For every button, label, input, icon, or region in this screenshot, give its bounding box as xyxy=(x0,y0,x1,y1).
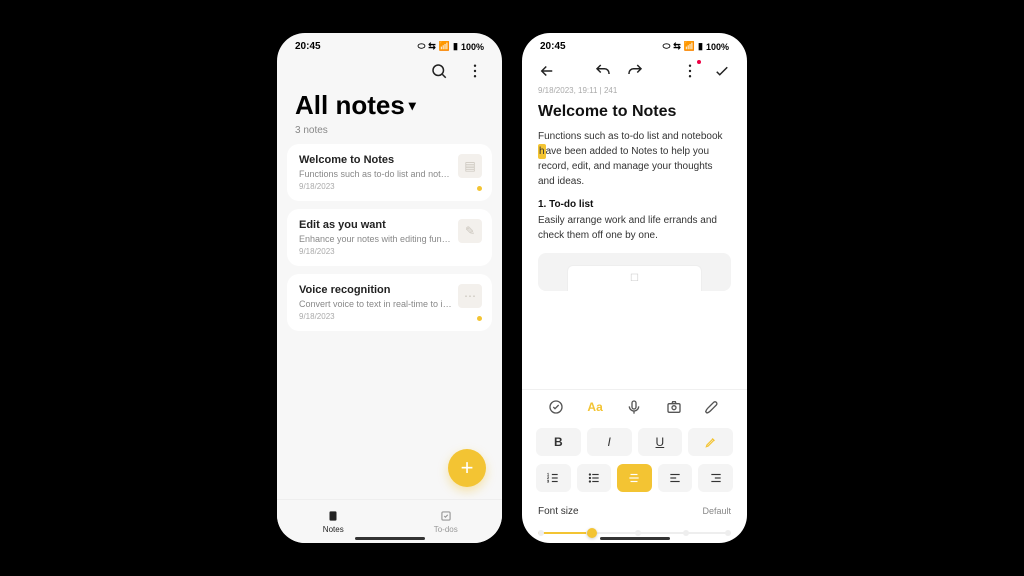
status-indicators: ⬭⇆📶▮100% xyxy=(663,41,729,52)
note-date: 9/18/2023 xyxy=(299,312,480,321)
note-date: 9/18/2023 xyxy=(299,182,480,191)
page-title[interactable]: All notes▾ xyxy=(295,90,484,121)
font-size-label: Font size xyxy=(538,506,579,517)
note-card[interactable]: Welcome to Notes Functions such as to-do… xyxy=(287,144,492,201)
notes-list-screen: 20:45 ⬭⇆📶▮100% All notes▾ 3 notes Welcom… xyxy=(277,33,502,543)
align-left-button[interactable] xyxy=(658,464,693,492)
more-icon[interactable] xyxy=(466,62,484,80)
more-icon[interactable] xyxy=(681,62,699,80)
redo-icon[interactable] xyxy=(626,62,644,80)
undo-icon[interactable] xyxy=(594,62,612,80)
voice-tab[interactable] xyxy=(623,398,645,416)
chevron-down-icon: ▾ xyxy=(409,97,416,114)
editor-topbar xyxy=(522,56,747,86)
section-heading: 1. To-do list xyxy=(538,199,731,210)
nav-label: To-dos xyxy=(434,525,458,534)
align-row: 123 xyxy=(522,460,747,496)
align-right-button[interactable] xyxy=(698,464,733,492)
note-card[interactable]: Edit as you want Enhance your notes with… xyxy=(287,209,492,266)
note-thumb-icon: ▤ xyxy=(458,154,482,178)
note-preview: Convert voice to text in real-time to im… xyxy=(299,299,480,309)
note-thumb-icon: ⋯ xyxy=(458,284,482,308)
list-bullet-button[interactable] xyxy=(577,464,612,492)
header: All notes▾ 3 notes xyxy=(277,86,502,144)
confirm-icon[interactable] xyxy=(713,62,731,80)
status-bar: 20:45 ⬭⇆📶▮100% xyxy=(522,33,747,56)
note-title: Voice recognition xyxy=(299,284,480,296)
underline-button[interactable]: U xyxy=(638,428,683,456)
note-title: Welcome to Notes xyxy=(299,154,480,166)
search-icon[interactable] xyxy=(430,62,448,80)
text-format-tab[interactable]: Aa xyxy=(584,398,606,416)
notes-icon xyxy=(326,509,340,523)
back-icon[interactable] xyxy=(538,62,556,80)
note-title: Edit as you want xyxy=(299,219,480,231)
note-preview: Enhance your notes with editing function… xyxy=(299,234,480,244)
status-indicators: ⬭⇆📶▮100% xyxy=(418,41,484,52)
highlight-button[interactable] xyxy=(688,428,733,456)
font-size-value: Default xyxy=(702,506,731,517)
checkbox-icon: ☐ xyxy=(567,265,702,291)
note-list: Welcome to Notes Functions such as to-do… xyxy=(277,144,502,331)
draw-tab[interactable] xyxy=(702,398,724,416)
accent-dot xyxy=(477,316,482,321)
status-bar: 20:45 ⬭⇆📶▮100% xyxy=(277,33,502,56)
note-title: Welcome to Notes xyxy=(538,103,731,121)
note-meta: 9/18/2023, 19:11 | 241 xyxy=(522,86,747,95)
status-time: 20:45 xyxy=(540,41,566,52)
note-editor-screen: 20:45 ⬭⇆📶▮100% 9/18/2023, 19:11 | 241 xyxy=(522,33,747,543)
note-count: 3 notes xyxy=(295,125,484,136)
slider-thumb[interactable] xyxy=(587,528,597,538)
tool-tabs: Aa xyxy=(522,389,747,424)
note-paragraph: Easily arrange work and life errands and… xyxy=(538,213,731,243)
note-thumb-icon: ✎ xyxy=(458,219,482,243)
plus-icon: + xyxy=(461,455,474,481)
todos-icon xyxy=(439,509,453,523)
home-indicator xyxy=(355,537,425,540)
new-note-fab[interactable]: + xyxy=(448,449,486,487)
note-date: 9/18/2023 xyxy=(299,247,480,256)
font-size-section: Font size Default xyxy=(522,496,747,543)
accent-dot xyxy=(477,186,482,191)
embedded-image-placeholder: ☐ xyxy=(538,253,731,291)
editor-body[interactable]: Welcome to Notes Functions such as to-do… xyxy=(522,95,747,389)
note-paragraph: Functions such as to-do list and noteboo… xyxy=(538,129,731,189)
align-center-button[interactable] xyxy=(617,464,652,492)
bold-button[interactable]: B xyxy=(536,428,581,456)
svg-text:3: 3 xyxy=(547,480,549,484)
top-bar xyxy=(277,56,502,86)
note-preview: Functions such as to-do list and noteboo… xyxy=(299,169,480,179)
status-time: 20:45 xyxy=(295,41,321,52)
list-numbered-button[interactable]: 123 xyxy=(536,464,571,492)
nav-label: Notes xyxy=(323,525,344,534)
note-card[interactable]: Voice recognition Convert voice to text … xyxy=(287,274,492,331)
italic-button[interactable]: I xyxy=(587,428,632,456)
checklist-tab[interactable] xyxy=(545,398,567,416)
text-highlight: h xyxy=(538,144,546,159)
camera-tab[interactable] xyxy=(663,398,685,416)
text-format-label: Aa xyxy=(587,400,602,414)
home-indicator xyxy=(600,537,670,540)
format-row: B I U xyxy=(522,424,747,460)
